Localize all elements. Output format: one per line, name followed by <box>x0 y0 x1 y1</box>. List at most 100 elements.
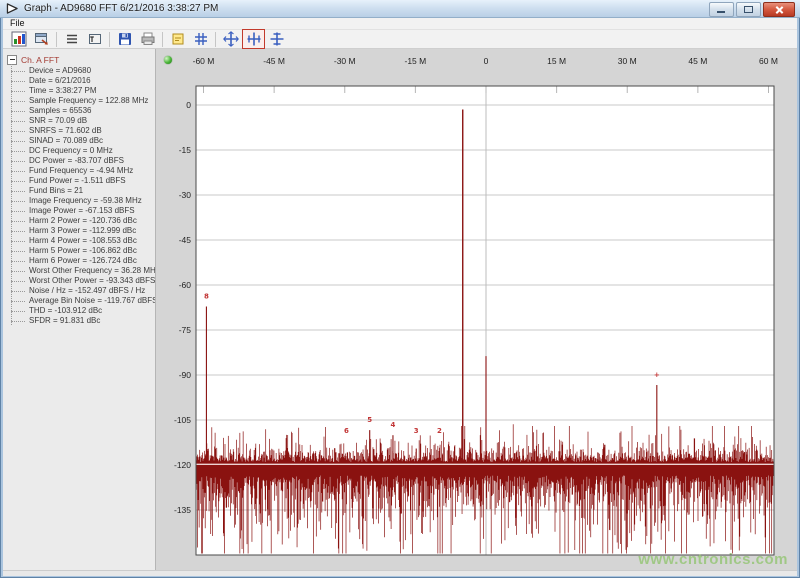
tree-item-label: Fund Frequency = -4.94 MHz <box>29 166 133 175</box>
tree-item[interactable]: Fund Frequency = -4.94 MHz <box>3 166 155 176</box>
svg-text:-75: -75 <box>179 325 192 335</box>
tree-item[interactable]: Image Frequency = -59.38 MHz <box>3 196 155 206</box>
export-graph-icon <box>34 31 50 47</box>
tree-item[interactable]: Fund Power = -1.511 dBFS <box>3 176 155 186</box>
autoscale-both-icon <box>223 31 239 47</box>
tree-item-label: DC Power = -83.707 dBFS <box>29 156 124 165</box>
tree-item-label: Fund Bins = 21 <box>29 186 83 195</box>
tree-item[interactable]: Time = 3:38:27 PM <box>3 86 155 96</box>
tree-item-label: SFDR = 91.831 dBc <box>29 316 100 325</box>
tree-item[interactable]: Samples = 65536 <box>3 106 155 116</box>
toolbar <box>3 29 797 49</box>
autoscale-x-icon <box>246 31 262 47</box>
svg-text:30 M: 30 M <box>618 56 637 66</box>
tree-item[interactable]: Device = AD9680 <box>3 66 155 76</box>
results-tree-panel[interactable]: Ch. A FFT Device = AD9680 Date = 6/21/20… <box>3 49 156 570</box>
tree-item-label: Harm 3 Power = -112.999 dBc <box>29 226 136 235</box>
tree-item-label: Time = 3:38:27 PM <box>29 86 97 95</box>
graph-properties-icon <box>11 31 27 47</box>
tree-root-label: Ch. A FFT <box>21 55 59 65</box>
svg-text:3: 3 <box>414 427 419 435</box>
save-button[interactable] <box>113 29 136 49</box>
svg-text:-90: -90 <box>179 370 192 380</box>
tree-item[interactable]: Harm 5 Power = -106.862 dBc <box>3 246 155 256</box>
tree-item[interactable]: Harm 2 Power = -120.736 dBc <box>3 216 155 226</box>
tree-item[interactable]: DC Power = -83.707 dBFS <box>3 156 155 166</box>
svg-text:-15 M: -15 M <box>405 56 427 66</box>
svg-text:8: 8 <box>204 292 209 300</box>
tree-item-label: Samples = 65536 <box>29 106 92 115</box>
close-button[interactable] <box>763 2 795 17</box>
tree-item-label: Harm 6 Power = -126.724 dBc <box>29 256 137 265</box>
tree-item-label: SNR = 70.09 dB <box>29 116 87 125</box>
cursor-tool-icon <box>87 31 103 47</box>
minimize-icon <box>717 11 725 13</box>
app-window: Graph - AD9680 FFT 6/21/2016 3:38:27 PM … <box>0 0 800 578</box>
svg-text:-30 M: -30 M <box>334 56 356 66</box>
tree-item[interactable]: DC Frequency = 0 MHz <box>3 146 155 156</box>
svg-text:-120: -120 <box>174 460 191 470</box>
autoscale-y-button[interactable] <box>265 29 288 49</box>
tree-item[interactable]: Fund Bins = 21 <box>3 186 155 196</box>
tree-item-label: Harm 5 Power = -106.862 dBc <box>29 246 137 255</box>
tree-item[interactable]: Harm 6 Power = -126.724 dBc <box>3 256 155 266</box>
svg-text:45 M: 45 M <box>688 56 707 66</box>
tree-items: Device = AD9680 Date = 6/21/2016 Time = … <box>3 66 155 326</box>
autoscale-y-icon <box>269 31 285 47</box>
svg-text:+: + <box>654 371 660 379</box>
samples-view-button[interactable] <box>60 29 83 49</box>
fft-plot[interactable]: 0-15-30-45-60-75-90-105-120-135-60 M-45 … <box>156 49 796 570</box>
tree-item-label: Average Bin Noise = -119.767 dBFS <box>29 296 155 305</box>
close-icon <box>775 5 784 14</box>
print-button[interactable] <box>136 29 159 49</box>
toolbar-separator <box>215 32 216 47</box>
tree-item-label: Worst Other Frequency = 36.28 MHz <box>29 266 155 275</box>
tree-item[interactable]: Harm 4 Power = -108.553 dBc <box>3 236 155 246</box>
legend-toggle-button[interactable] <box>166 29 189 49</box>
legend-toggle-icon <box>170 31 186 47</box>
svg-text:5: 5 <box>367 416 372 424</box>
tree-item[interactable]: Image Power = -67.153 dBFS <box>3 206 155 216</box>
svg-text:2: 2 <box>437 427 442 435</box>
tree-item[interactable]: THD = -103.912 dBc <box>3 306 155 316</box>
tree-item[interactable]: SFDR = 91.831 dBc <box>3 316 155 326</box>
tree-item-label: DC Frequency = 0 MHz <box>29 146 113 155</box>
tree-item[interactable]: Worst Other Power = -93.343 dBFS <box>3 276 155 286</box>
status-bar <box>3 570 797 576</box>
menu-file[interactable]: File <box>3 18 32 29</box>
tree-item[interactable]: Worst Other Frequency = 36.28 MHz <box>3 266 155 276</box>
tree-root-row[interactable]: Ch. A FFT <box>3 54 155 65</box>
svg-text:-135: -135 <box>174 505 191 515</box>
svg-text:-15: -15 <box>179 145 192 155</box>
grid-toggle-icon <box>193 31 209 47</box>
svg-text:0: 0 <box>484 56 489 66</box>
app-logo-icon <box>6 3 19 14</box>
export-graph-button[interactable] <box>30 29 53 49</box>
grid-toggle-button[interactable] <box>189 29 212 49</box>
maximize-icon <box>744 6 753 13</box>
svg-text:6: 6 <box>344 427 349 435</box>
title-bar[interactable]: Graph - AD9680 FFT 6/21/2016 3:38:27 PM <box>0 0 800 18</box>
autoscale-x-button[interactable] <box>242 29 265 49</box>
tree-item[interactable]: SNRFS = 71.602 dB <box>3 126 155 136</box>
tree-item[interactable]: Sample Frequency = 122.88 MHz <box>3 96 155 106</box>
svg-text:-60: -60 <box>179 280 192 290</box>
tree-item[interactable]: Noise / Hz = -152.497 dBFS / Hz <box>3 286 155 296</box>
tree-item[interactable]: Harm 3 Power = -112.999 dBc <box>3 226 155 236</box>
tree-item[interactable]: SINAD = 70.089 dBc <box>3 136 155 146</box>
tree-item[interactable]: SNR = 70.09 dB <box>3 116 155 126</box>
toolbar-separator <box>109 32 110 47</box>
tree-item[interactable]: Average Bin Noise = -119.767 dBFS <box>3 296 155 306</box>
tree-item-label: Harm 2 Power = -120.736 dBc <box>29 216 137 225</box>
tree-item-label: Harm 4 Power = -108.553 dBc <box>29 236 137 245</box>
collapse-icon[interactable] <box>7 55 17 65</box>
tree-item-label: Image Power = -67.153 dBFS <box>29 206 135 215</box>
tree-item[interactable]: Date = 6/21/2016 <box>3 76 155 86</box>
cursor-tool-button[interactable] <box>83 29 106 49</box>
minimize-button[interactable] <box>709 2 734 17</box>
graph-properties-button[interactable] <box>7 29 30 49</box>
maximize-button[interactable] <box>736 2 761 17</box>
svg-text:-45 M: -45 M <box>263 56 285 66</box>
tree-item-label: Worst Other Power = -93.343 dBFS <box>29 276 155 285</box>
autoscale-both-button[interactable] <box>219 29 242 49</box>
